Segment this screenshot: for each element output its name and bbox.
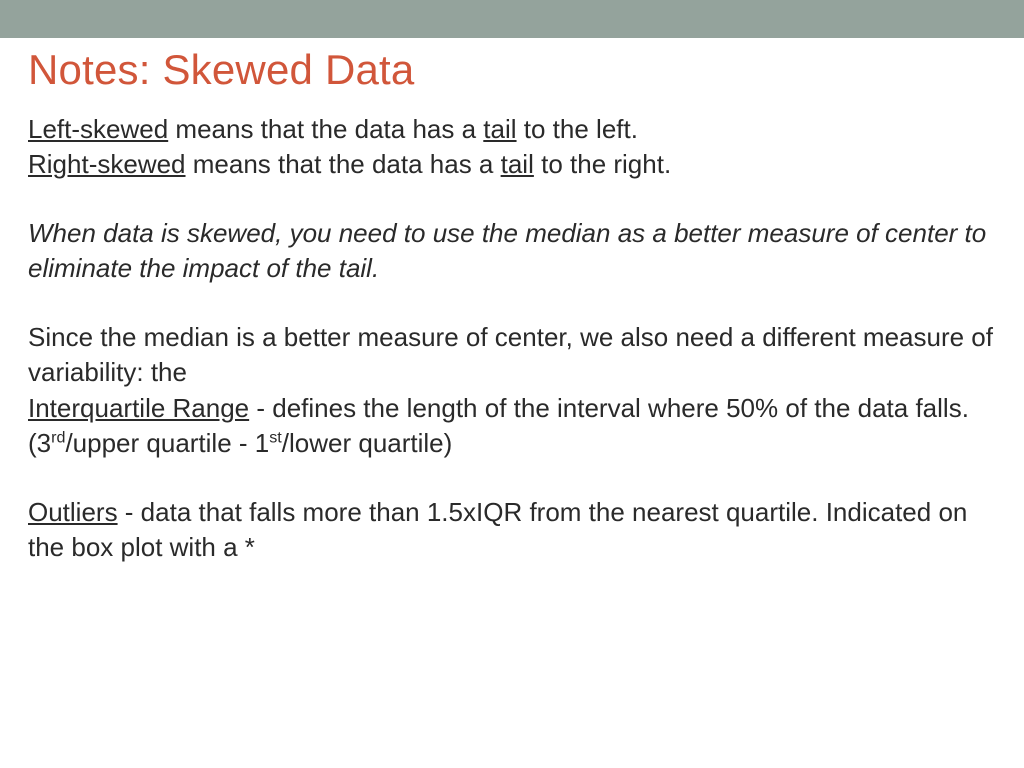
line-variability-intro: Since the median is a better measure of … — [28, 320, 996, 390]
term-left-skewed: Left-skewed — [28, 114, 168, 144]
term-tail: tail — [483, 114, 516, 144]
line-outliers: Outliers - data that falls more than 1.5… — [28, 495, 996, 565]
spacer — [28, 461, 996, 495]
text: means that the data has a — [168, 114, 483, 144]
text: - data that falls more than 1.5xIQR from… — [28, 497, 967, 562]
spacer — [28, 182, 996, 216]
term-outliers: Outliers — [28, 497, 118, 527]
line-median-note: When data is skewed, you need to use the… — [28, 216, 996, 286]
body-text: Left-skewed means that the data has a ta… — [28, 112, 996, 565]
text: /lower quartile) — [282, 428, 453, 458]
superscript-st: st — [269, 428, 282, 446]
term-tail: tail — [501, 149, 534, 179]
text: /upper quartile - 1 — [65, 428, 269, 458]
line-right-skewed: Right-skewed means that the data has a t… — [28, 147, 996, 182]
line-left-skewed: Left-skewed means that the data has a ta… — [28, 112, 996, 147]
term-right-skewed: Right-skewed — [28, 149, 186, 179]
text: means that the data has a — [186, 149, 501, 179]
slide-title: Notes: Skewed Data — [28, 46, 996, 94]
text: to the left. — [517, 114, 638, 144]
text: to the right. — [534, 149, 671, 179]
term-interquartile-range: Interquartile Range — [28, 393, 249, 423]
line-iqr: Interquartile Range - defines the length… — [28, 391, 996, 461]
header-bar — [0, 0, 1024, 38]
spacer — [28, 286, 996, 320]
superscript-rd: rd — [51, 428, 65, 446]
slide-content: Notes: Skewed Data Left-skewed means tha… — [0, 38, 1024, 565]
